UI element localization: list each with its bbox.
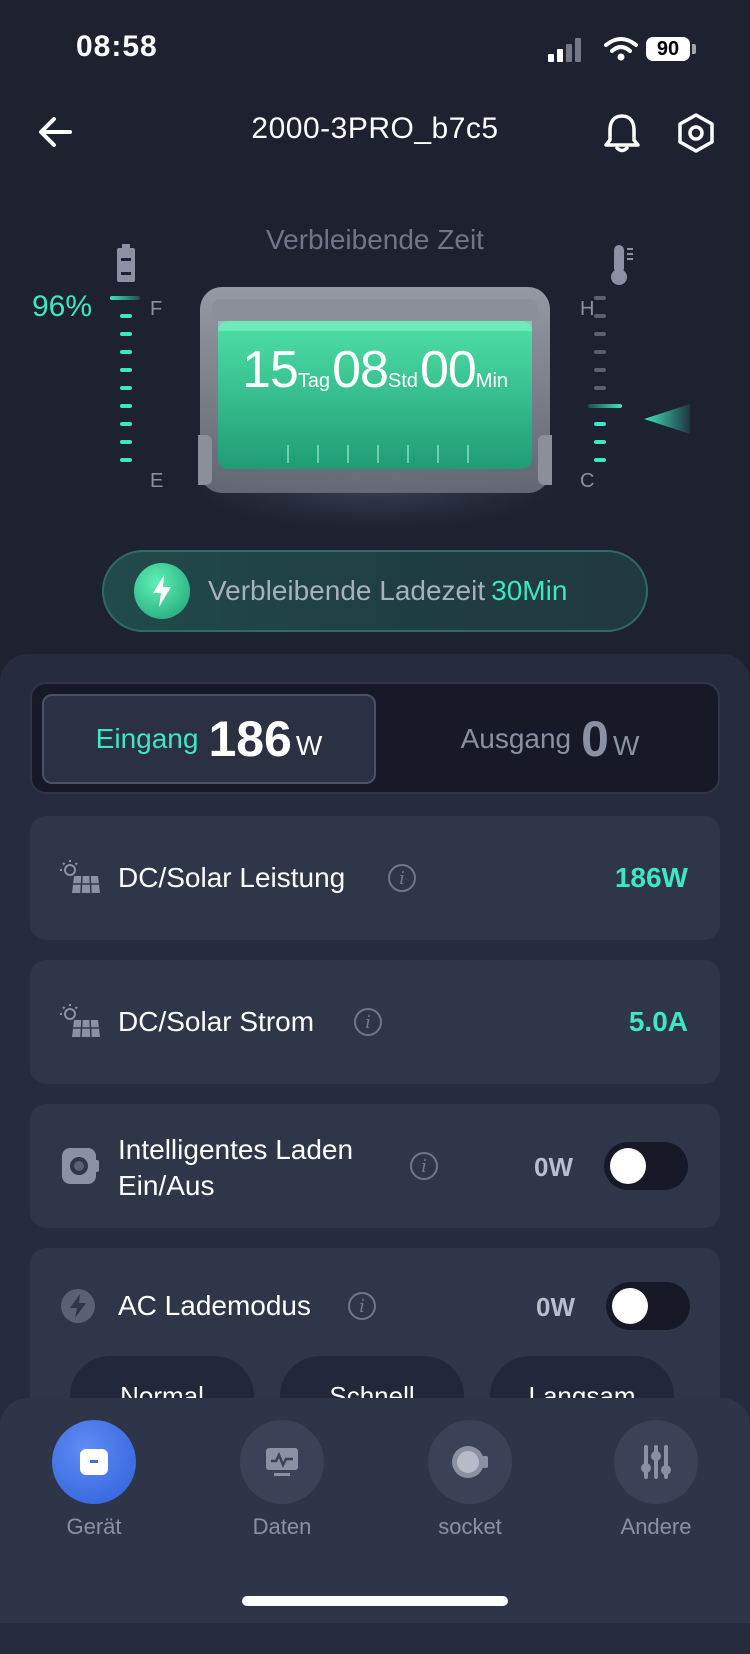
temperature-gauge-tick — [594, 386, 606, 390]
thermometer-icon — [611, 245, 633, 285]
tab-socket-label: socket — [438, 1514, 502, 1539]
charge-time-label: Verbleibende Ladezeit — [208, 575, 486, 606]
monitor-chart-icon — [240, 1420, 324, 1504]
home-indicator — [242, 1596, 508, 1606]
tab-device[interactable]: Gerät — [24, 1420, 164, 1540]
dc-solar-current-value: 5.0A — [628, 1006, 688, 1037]
gauge-empty-label: E — [150, 470, 164, 492]
days-unit: Tag — [297, 370, 331, 392]
input-tab[interactable]: Eingang 186 W — [42, 694, 376, 784]
battery-gauge-tick — [120, 422, 132, 426]
remaining-charge-time-banner: Verbleibende Ladezeit 30Min — [102, 550, 648, 632]
battery-gauge-tick — [120, 314, 132, 318]
output-value: 0 — [581, 711, 609, 767]
solar-panel-icon — [60, 1004, 100, 1038]
output-label: Ausgang — [460, 723, 572, 754]
battery-gauge-tick — [120, 368, 132, 372]
socket-icon — [428, 1420, 512, 1504]
temperature-gauge-tick — [594, 314, 606, 318]
temperature-gauge-tick — [594, 332, 606, 336]
smart-charging-label-line2: Ein/Aus — [118, 1170, 215, 1201]
temperature-gauge-tick — [594, 458, 606, 462]
info-icon[interactable]: i — [348, 1292, 376, 1320]
battery-gauge-tick — [120, 332, 132, 336]
ac-charge-mode-label: AC Lademodus — [118, 1290, 312, 1321]
smart-charging-card: Intelligentes Laden Ein/Aus i 0W — [30, 1104, 720, 1228]
ac-charge-mode-value: 0W — [536, 1292, 575, 1322]
battery-gauge-tick — [120, 458, 132, 462]
battery-gauge-tick — [120, 386, 132, 390]
smart-charging-label: Intelligentes Laden Ein/Aus — [118, 1132, 353, 1204]
tab-socket[interactable]: socket — [400, 1420, 540, 1540]
battery-small-icon — [117, 244, 135, 282]
dc-solar-power-card: DC/Solar Leistung i 186W — [30, 816, 720, 940]
tab-other-label: Andere — [620, 1514, 692, 1539]
days-value: 15 — [241, 341, 299, 399]
input-value: 186 — [208, 711, 292, 767]
info-icon[interactable]: i — [354, 1008, 382, 1036]
info-icon[interactable]: i — [410, 1152, 438, 1180]
gauge-hot-label: H — [580, 298, 595, 320]
minutes-value: 00 — [419, 341, 477, 399]
dc-solar-current-label: DC/Solar Strom — [118, 1006, 315, 1037]
dc-solar-current-card: DC/Solar Strom i 5.0A — [30, 960, 720, 1084]
battery-indicator: 90 — [646, 37, 690, 61]
wifi-icon — [604, 37, 638, 61]
sliders-icon — [614, 1420, 698, 1504]
temperature-gauge-tick — [594, 422, 606, 426]
battery-gauge-tick — [120, 404, 132, 408]
smart-charging-toggle[interactable] — [604, 1142, 688, 1190]
smart-charging-value: 0W — [534, 1152, 573, 1182]
tab-other[interactable]: Andere — [586, 1420, 726, 1540]
temperature-pointer-icon — [644, 404, 690, 434]
output-unit: W — [612, 730, 640, 761]
hours-value: 08 — [332, 341, 389, 399]
output-tab[interactable]: Ausgang 0 W — [390, 694, 710, 784]
device-icon — [52, 1420, 136, 1504]
info-icon[interactable]: i — [388, 864, 416, 892]
bolt-icon — [134, 563, 190, 619]
temperature-gauge-tick — [594, 368, 606, 372]
battery-gauge-tick — [120, 350, 132, 354]
temperature-gauge-tick — [594, 440, 606, 444]
tab-data[interactable]: Daten — [212, 1420, 352, 1540]
gauge-full-label: F — [150, 298, 163, 320]
dc-solar-power-label: DC/Solar Leistung — [118, 862, 346, 893]
status-time: 08:58 — [76, 30, 158, 63]
remaining-time-label: Verbleibende Zeit — [266, 224, 484, 255]
temperature-gauge-tick — [588, 404, 622, 408]
solar-panel-icon — [60, 860, 100, 894]
ac-charge-mode-toggle[interactable] — [606, 1282, 690, 1330]
temperature-gauge-tick — [594, 296, 606, 300]
settings-hex-icon[interactable] — [676, 112, 716, 154]
remaining-time-display: 15 Tag 08 Std 00 Min — [216, 340, 536, 400]
tab-data-label: Daten — [252, 1514, 312, 1539]
signal-icon — [548, 38, 582, 62]
battery-gauge-tick — [120, 440, 132, 444]
charge-time-value: 30Min — [491, 575, 568, 606]
temperature-gauge-tick — [594, 350, 606, 354]
bell-icon[interactable] — [600, 110, 644, 154]
battery-nub — [692, 44, 696, 54]
tab-device-label: Gerät — [66, 1514, 122, 1539]
smart-charging-label-line1: Intelligentes Laden — [118, 1134, 354, 1165]
input-label: Eingang — [95, 723, 199, 754]
hours-unit: Std — [387, 370, 418, 392]
battery-gauge-tick — [110, 296, 140, 300]
input-unit: W — [295, 730, 323, 761]
minutes-unit: Min — [475, 370, 509, 392]
dc-solar-power-value: 186W — [614, 862, 688, 893]
gauge-cold-label: C — [580, 470, 595, 492]
smart-plug-icon — [62, 1148, 99, 1184]
battery-percent: 96% — [32, 290, 93, 323]
bolt-circle-icon — [61, 1289, 95, 1323]
